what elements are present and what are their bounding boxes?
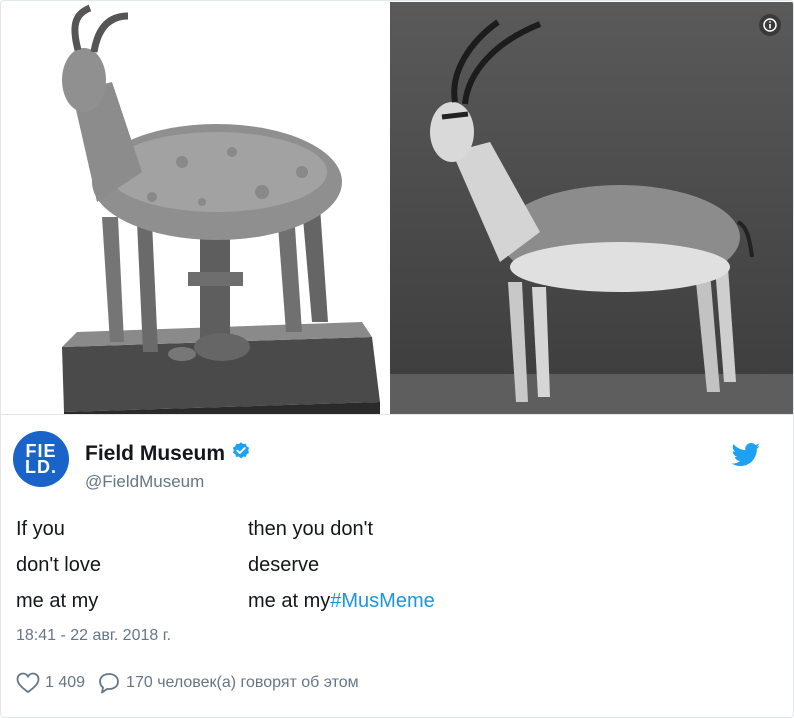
tweet-line-2-right: deserve (248, 554, 320, 576)
author-display-name[interactable]: Field Museum (85, 442, 225, 466)
tweet-line-3-right-text: me at my (248, 590, 331, 612)
media-image-sculpture[interactable] (2, 2, 387, 414)
tweet-media[interactable] (2, 2, 793, 414)
verified-badge-icon (231, 441, 251, 466)
author-handle[interactable]: @FieldMuseum (85, 472, 204, 492)
author-name-row[interactable]: Field Museum (85, 441, 251, 466)
tweet-line-3-left: me at my (16, 590, 99, 612)
twitter-bird-icon[interactable] (731, 443, 761, 467)
tweet-actions: 1 409 170 человек(а) говорят об этом (16, 672, 371, 694)
tweet-card: FIE LD. Field Museum @FieldMuseum If you… (0, 0, 794, 718)
tweet-line-1-left: If you (16, 518, 65, 540)
media-image-mounted-gazelle[interactable] (390, 2, 793, 414)
tweet-timestamp[interactable]: 18:41 - 22 авг. 2018 г. (16, 627, 171, 645)
replies-text: 170 человек(а) говорят об этом (126, 674, 359, 691)
tweet-line-1-right: then you don't (248, 518, 374, 540)
tweet-line-3-right: me at my#MusMeme (248, 590, 435, 618)
media-divider (1, 414, 793, 415)
like-button[interactable]: 1 409 (16, 672, 85, 694)
info-icon[interactable] (759, 14, 781, 36)
heart-icon (16, 672, 40, 694)
reply-button[interactable]: 170 человек(а) говорят об этом (97, 672, 359, 694)
tweet-line-2-left: don't love (16, 554, 101, 576)
hashtag-link[interactable]: #MusMeme (330, 590, 434, 612)
avatar-text-bottom: LD. (25, 457, 57, 477)
avatar[interactable]: FIE LD. (13, 431, 69, 487)
like-count: 1 409 (45, 674, 86, 691)
reply-bubble-icon (97, 672, 121, 694)
